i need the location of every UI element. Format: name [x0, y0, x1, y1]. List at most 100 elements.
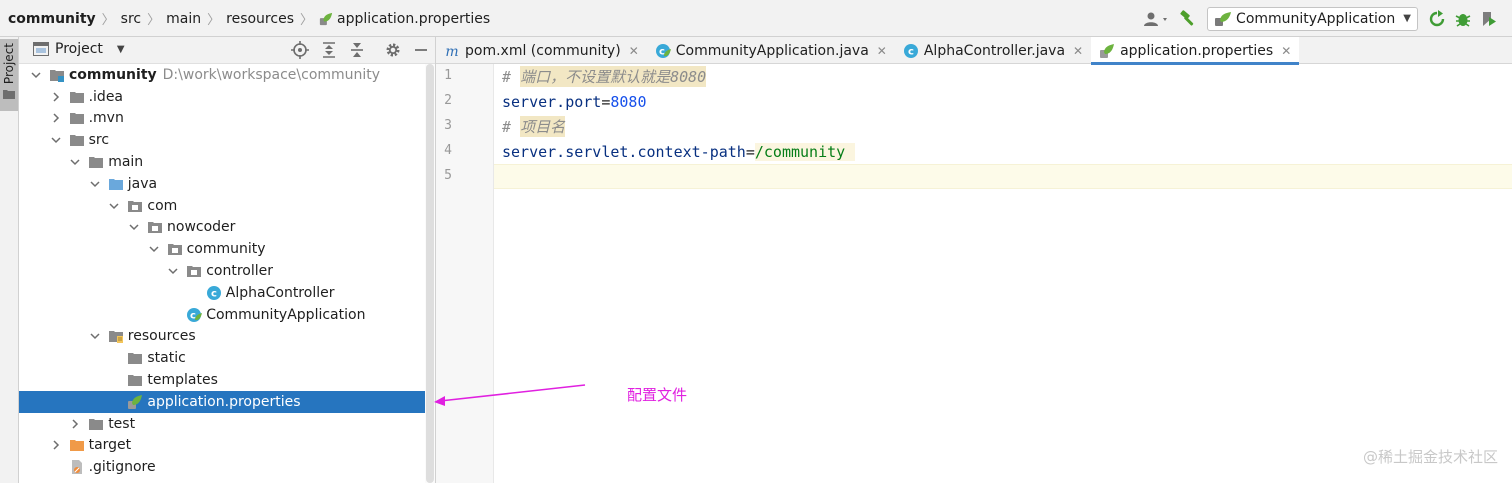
breadcrumb-label: src [120, 10, 142, 27]
comment-text: 项目名 [520, 116, 566, 137]
tree-node-label: static [147, 350, 186, 367]
navigation-bar: community 〉 src 〉 main 〉 resources 〉 app… [0, 0, 1512, 37]
run-configuration-selector[interactable]: CommunityApplication ▼ [1207, 6, 1418, 31]
project-view-selector[interactable]: Project ▼ [33, 41, 125, 57]
chevron-down-icon[interactable] [147, 242, 161, 256]
tree-node-controller[interactable]: controller [19, 260, 425, 282]
breadcrumb-item-resources[interactable]: resources [226, 11, 294, 27]
annotation-arrow [434, 384, 586, 406]
chevron-right-icon: 〉 [300, 13, 314, 28]
chevron-right-icon[interactable] [49, 111, 63, 125]
debug-bug-icon[interactable] [1450, 6, 1476, 32]
tab-pom-xml-community[interactable]: m pom.xml (community) ✕ [436, 37, 647, 64]
project-panel-header: Project ▼ [19, 37, 435, 64]
excluded-folder-icon [69, 437, 85, 453]
package-icon [167, 241, 183, 257]
line-number: 1 [444, 68, 452, 83]
code-line-4[interactable]: server.servlet.context-path =/community [494, 139, 1512, 164]
tab-label: application.properties [1120, 42, 1274, 59]
tab-alphacontroller-java[interactable]: c AlphaController.java ✕ [895, 37, 1091, 64]
tree-node-application-properties[interactable]: application.properties [19, 390, 425, 413]
tree-node-label: target [88, 437, 132, 454]
rerun-icon[interactable] [1424, 6, 1450, 32]
settings-gear-icon[interactable] [383, 40, 403, 60]
tree-node-label: community [69, 66, 157, 83]
user-icon[interactable] [1139, 6, 1175, 32]
breadcrumb-item-community[interactable]: community [8, 11, 96, 27]
tab-label: pom.xml (community) [465, 42, 621, 59]
tree-node-gitignore[interactable]: .gitignore [19, 456, 425, 478]
tree-node-label: application.properties [147, 393, 301, 410]
chevron-down-icon[interactable] [68, 155, 82, 169]
tree-node-label: CommunityApplication [206, 306, 366, 323]
breadcrumb-item-application-properties[interactable]: application.properties [319, 11, 490, 27]
expand-all-icon[interactable] [319, 40, 339, 60]
spring-properties-icon [1099, 43, 1115, 59]
chevron-right-icon[interactable] [49, 90, 63, 104]
tree-scrollbar[interactable] [425, 64, 435, 483]
chevron-down-icon[interactable] [107, 199, 121, 213]
chevron-right-icon: 〉 [147, 13, 161, 28]
run-toolbar: CommunityApplication ▼ [1139, 0, 1512, 37]
code-line-1[interactable]: # 端口，不设置默认就是8080 [494, 64, 1512, 89]
breadcrumb-item-main[interactable]: main [166, 11, 201, 27]
tree-node-community[interactable]: community D:\work\workspace\community [19, 64, 425, 86]
code-line-3[interactable]: # 项目名 [494, 114, 1512, 139]
tree-node-community[interactable]: community [19, 238, 425, 260]
tree-node-java[interactable]: java [19, 173, 425, 195]
tree-node-label: .idea [88, 88, 124, 105]
close-icon[interactable]: ✕ [629, 44, 639, 58]
project-view-label: Project [55, 41, 103, 57]
code-line-2[interactable]: server.port = 8080 [494, 89, 1512, 114]
code-editor[interactable]: # 端口，不设置默认就是8080 server.port = 8080 # 项目名 … [494, 64, 1512, 483]
chevron-down-icon[interactable] [88, 329, 102, 343]
source-folder-icon [108, 176, 124, 192]
breadcrumb-item-src[interactable]: src [121, 11, 141, 27]
chevron-right-icon[interactable] [49, 438, 63, 452]
tree-node-communityapplication[interactable]: c CommunityApplication [19, 304, 425, 326]
close-icon[interactable]: ✕ [1281, 44, 1291, 58]
tree-node-test[interactable]: test [19, 413, 425, 435]
chevron-right-icon[interactable] [68, 417, 82, 431]
breadcrumb-label: main [166, 10, 202, 27]
tree-node-nowcoder[interactable]: nowcoder [19, 217, 425, 239]
tree-node-mvn[interactable]: .mvn [19, 108, 425, 130]
chevron-down-icon[interactable] [88, 177, 102, 191]
tree-node-target[interactable]: target [19, 435, 425, 457]
locate-icon[interactable] [290, 40, 310, 60]
collapse-all-icon[interactable] [347, 40, 367, 60]
package-icon [127, 198, 143, 214]
build-hammer-icon[interactable] [1175, 6, 1201, 32]
chevron-down-icon[interactable] [49, 133, 63, 147]
hide-minus-icon[interactable] [411, 40, 431, 60]
project-view-icon [33, 42, 49, 56]
chevron-down-icon[interactable] [166, 264, 180, 278]
chevron-down-icon[interactable] [29, 68, 43, 82]
tree-node-templates[interactable]: templates [19, 369, 425, 391]
close-icon[interactable]: ✕ [877, 44, 887, 58]
project-tool-window: Project ▼ community D:\work\workspace\com… [19, 37, 436, 483]
tree-node-resources[interactable]: resources [19, 326, 425, 348]
project-tool-window-button[interactable]: Project [0, 39, 18, 111]
java-class-icon: c [206, 285, 222, 301]
tree-node-alphacontroller[interactable]: c AlphaController [19, 282, 425, 304]
tree-node-idea[interactable]: .idea [19, 86, 425, 108]
project-tool-label: Project [2, 43, 16, 85]
chevron-down-icon[interactable] [127, 220, 141, 234]
tree-node-static[interactable]: static [19, 347, 425, 369]
tree-node-src[interactable]: src [19, 129, 425, 151]
scrollbar-thumb[interactable] [426, 64, 434, 483]
tab-label: AlphaController.java [923, 42, 1066, 59]
maven-icon: m [444, 43, 460, 59]
tree-node-main[interactable]: main [19, 151, 425, 173]
spring-properties-icon [127, 394, 143, 410]
close-icon[interactable]: ✕ [1073, 44, 1083, 58]
tab-communityapplication-java[interactable]: c CommunityApplication.java ✕ [647, 37, 895, 64]
tab-application-properties[interactable]: application.properties ✕ [1091, 37, 1300, 65]
tree-node-label: .gitignore [88, 459, 156, 476]
code-line-5[interactable] [494, 164, 1512, 189]
run-with-coverage-icon[interactable] [1476, 6, 1502, 32]
tree-node-path-hint: D:\work\workspace\community [162, 66, 381, 83]
tree-node-com[interactable]: com [19, 195, 425, 217]
